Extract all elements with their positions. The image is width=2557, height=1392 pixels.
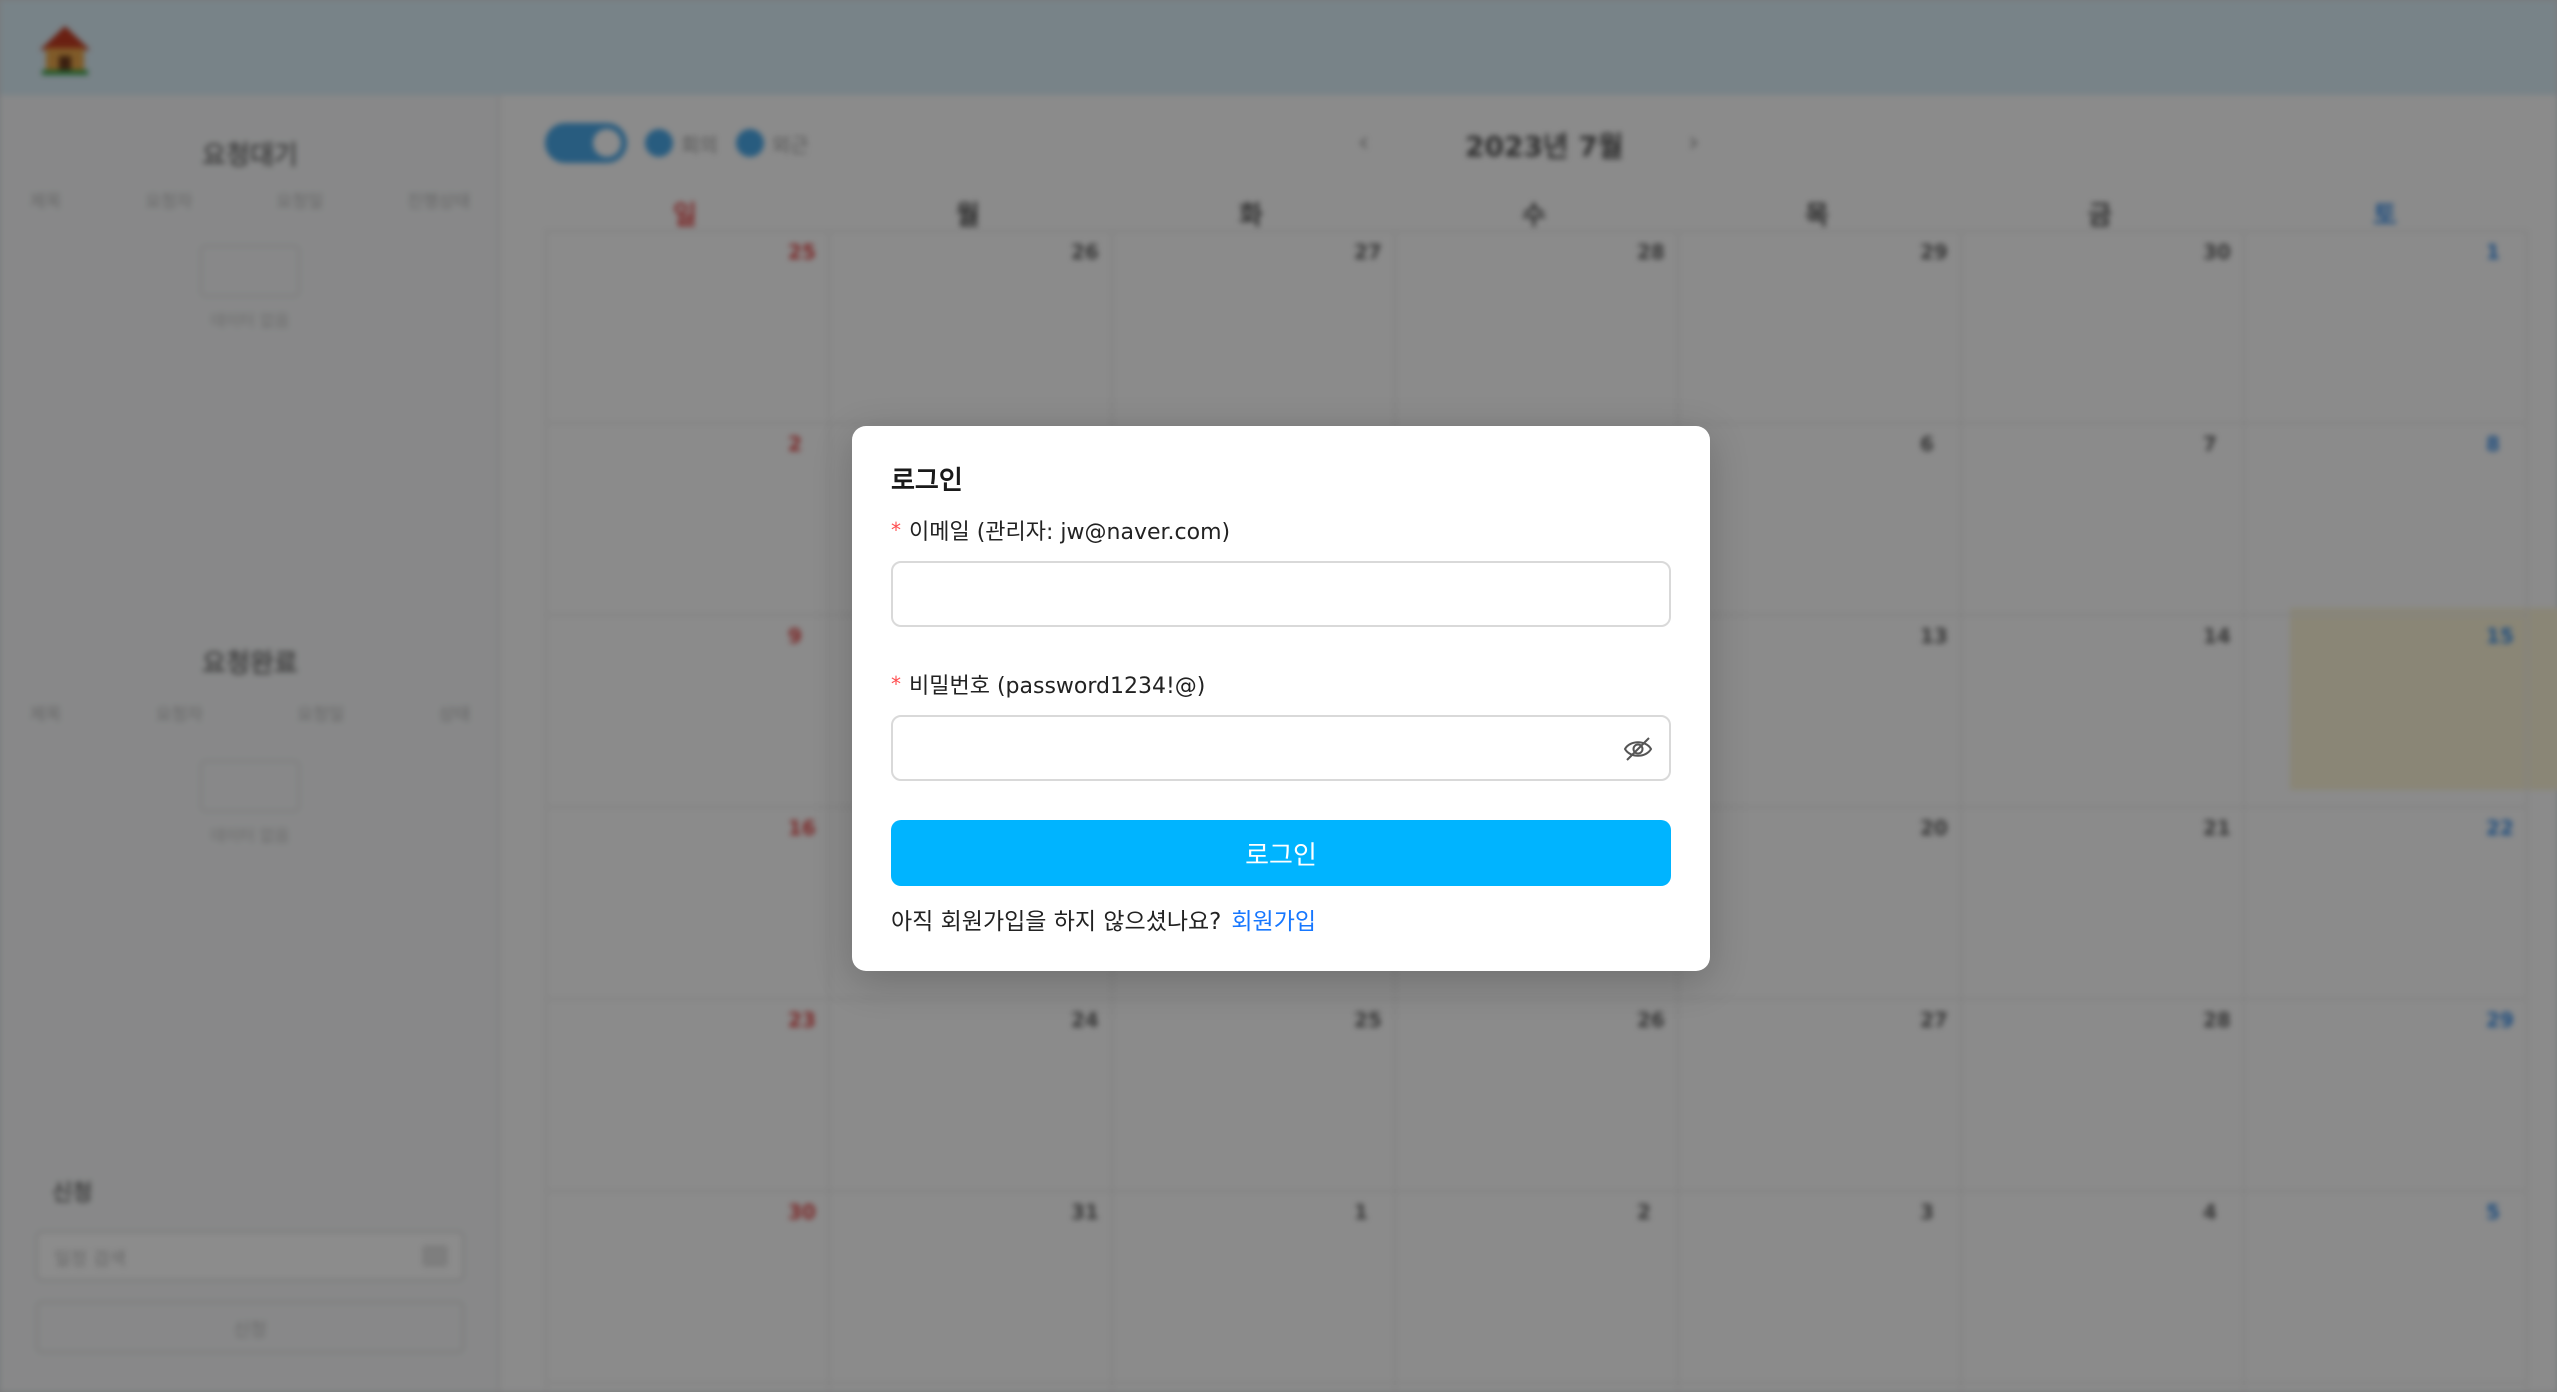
required-mark: *: [891, 518, 901, 542]
signup-prompt-text: 아직 회원가입을 하지 않으셨나요?: [891, 909, 1222, 935]
password-label: * 비밀번호 (password1234!@): [891, 668, 1205, 700]
password-field[interactable]: [891, 715, 1671, 781]
signup-link[interactable]: 회원가입: [1231, 909, 1316, 935]
email-label: * 이메일 (관리자: jw@naver.com): [891, 514, 1230, 546]
login-modal: 로그인 * 이메일 (관리자: jw@naver.com) * 비밀번호 (pa…: [852, 426, 1710, 971]
email-field[interactable]: [891, 561, 1671, 627]
login-button[interactable]: 로그인: [891, 820, 1671, 886]
required-mark: *: [891, 672, 901, 696]
email-label-text: 이메일 (관리자: jw@naver.com): [909, 520, 1231, 545]
modal-title: 로그인: [891, 466, 963, 496]
eye-invisible-icon[interactable]: [1623, 735, 1653, 763]
signup-prompt: 아직 회원가입을 하지 않으셨나요? 회원가입: [891, 902, 1316, 936]
password-label-text: 비밀번호 (password1234!@): [909, 674, 1206, 699]
